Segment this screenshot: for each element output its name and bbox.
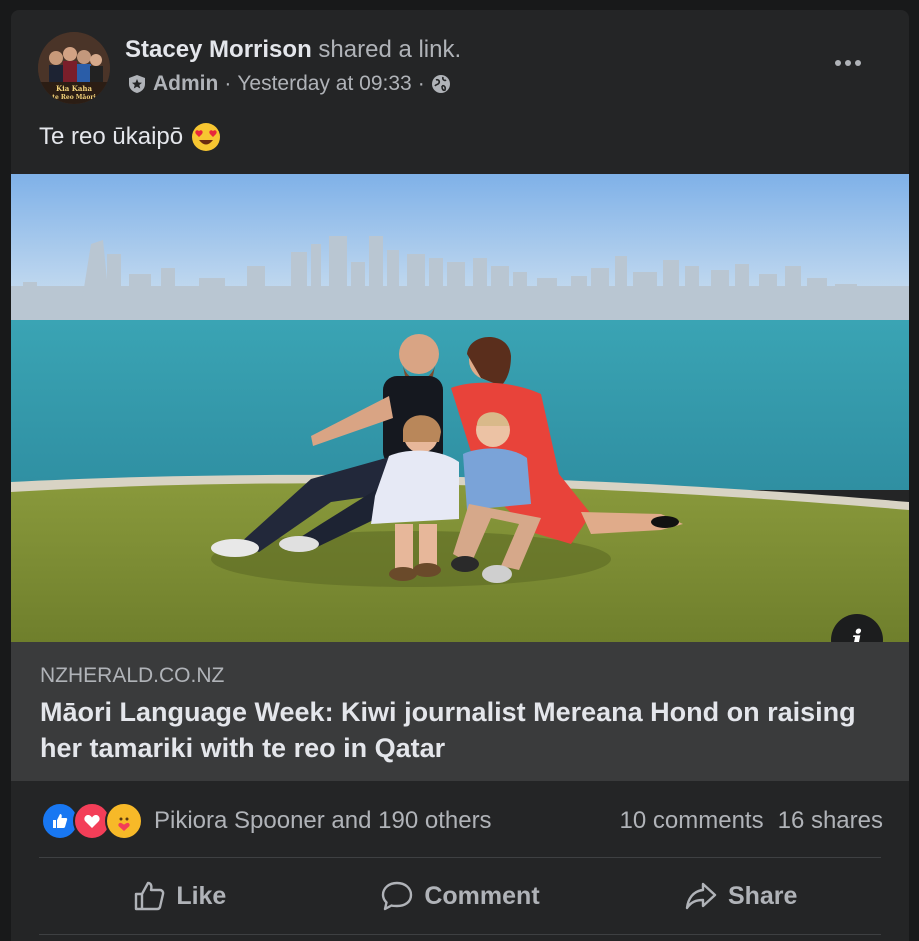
thumbs-up-icon: [135, 881, 165, 911]
post-meta: Admin · Yesterday at 09:33 ·: [127, 72, 451, 96]
more-options-button[interactable]: [826, 48, 870, 78]
link-domain: NZHERALD.CO.NZ: [40, 664, 225, 687]
engagement-counts: 10 comments 16 shares: [620, 807, 883, 835]
post-card: Kia Kaha te Reo Māori Stacey Morrison sh…: [11, 10, 909, 941]
post-action-text: shared a link.: [318, 36, 462, 63]
globe-icon[interactable]: [431, 74, 451, 94]
avatar-caption-line2: te Reo Māori: [52, 94, 96, 101]
actions-divider: [39, 857, 881, 858]
comment-button[interactable]: Comment: [320, 866, 601, 926]
comment-bubble-icon: [382, 881, 413, 911]
more-dot-2: [845, 60, 851, 66]
post-text: Te reo ūkaipō: [39, 123, 184, 150]
reactions-summary: Pikiora Spooner and 190 others 10 commen…: [41, 802, 883, 840]
post-timestamp[interactable]: Yesterday at 09:33: [237, 72, 411, 96]
meta-separator-2: ·: [417, 72, 425, 95]
post-header-line: Stacey Morrison shared a link.: [125, 36, 461, 64]
share-button[interactable]: Share: [600, 866, 881, 926]
post-actions: Like Comment Share: [39, 866, 881, 926]
shares-count-link[interactable]: 16 shares: [778, 807, 883, 835]
link-title[interactable]: Māori Language Week: Kiwi journalist Mer…: [40, 694, 870, 766]
avatar-photo: Kia Kaha te Reo Māori: [38, 32, 110, 104]
like-button[interactable]: Like: [39, 866, 320, 926]
bottom-divider: [39, 934, 881, 935]
post-message: Te reo ūkaipō: [39, 122, 221, 152]
author-avatar[interactable]: Kia Kaha te Reo Māori: [38, 32, 110, 104]
link-preview-card[interactable]: NZHERALD.CO.NZ Māori Language Week: Kiwi…: [11, 642, 909, 781]
reaction-icons[interactable]: [41, 802, 143, 840]
more-dots-icon: [835, 60, 841, 66]
more-dot-3: [855, 60, 861, 66]
comments-count-link[interactable]: 10 comments: [620, 807, 764, 835]
share-arrow-icon: [685, 882, 717, 910]
link-preview-image[interactable]: [11, 174, 909, 642]
reactions-names[interactable]: Pikiora Spooner and 190 others: [154, 807, 492, 835]
family-photo: [11, 174, 909, 642]
comment-button-label: Comment: [424, 881, 540, 910]
like-button-label: Like: [176, 881, 227, 910]
author-name-link[interactable]: Stacey Morrison: [125, 36, 312, 63]
share-button-label: Share: [727, 881, 798, 910]
shield-badge-icon: [129, 75, 145, 93]
heart-eyes-emoji: [192, 123, 221, 151]
admin-role-label[interactable]: Admin: [153, 72, 218, 96]
care-reaction-icon: [105, 802, 143, 840]
avatar-caption-line1: Kia Kaha: [56, 84, 92, 93]
meta-separator: ·: [224, 72, 232, 95]
